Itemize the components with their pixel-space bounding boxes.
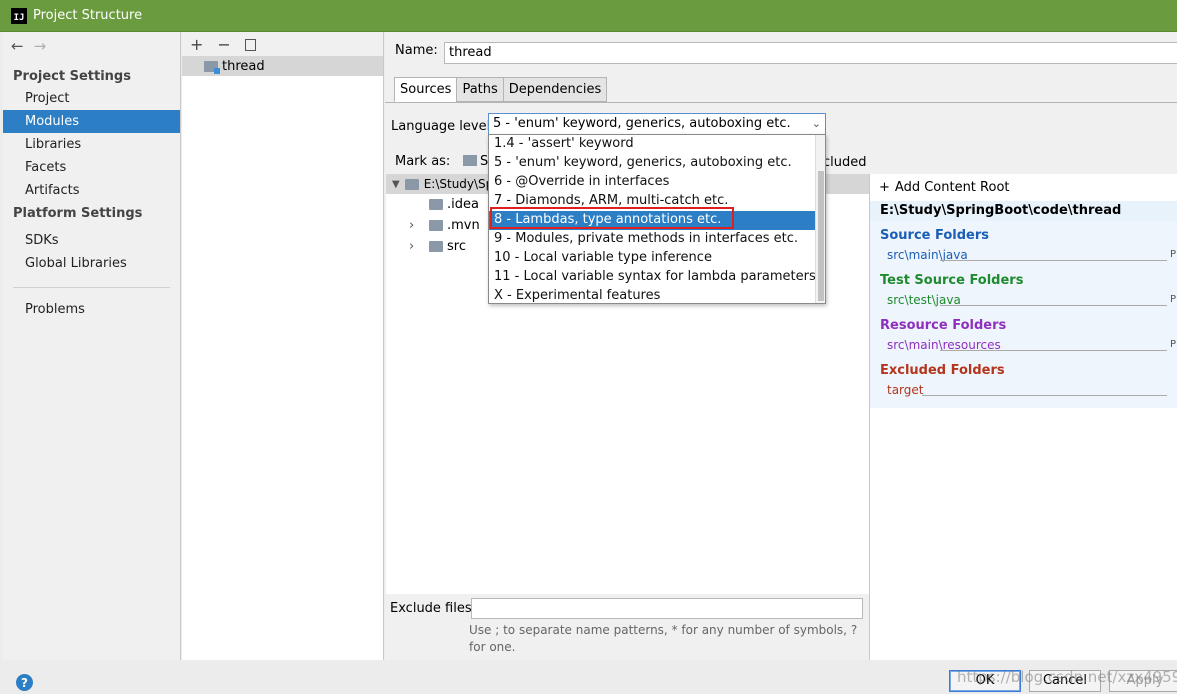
nav-item-artifacts[interactable]: Artifacts — [3, 179, 180, 202]
chevron-right-icon[interactable]: › — [409, 239, 425, 254]
dropdown-option[interactable]: 11 - Local variable syntax for lambda pa… — [489, 268, 825, 287]
test-source-folders-title: Test Source Folders — [880, 273, 1024, 288]
dropdown-option[interactable]: 1.4 - 'assert' keyword — [489, 135, 825, 154]
language-level-label: Language level: — [391, 119, 495, 134]
tab-sources[interactable]: Sources — [394, 77, 458, 102]
language-level-select[interactable]: 5 - 'enum' keyword, generics, autoboxing… — [488, 113, 826, 135]
chevron-down-icon[interactable]: ▼ — [392, 179, 400, 190]
module-toolbar: + − — [182, 32, 383, 56]
intellij-icon: IJ — [11, 7, 27, 24]
window-title: Project Structure — [33, 8, 143, 23]
tab-divider — [385, 102, 1177, 103]
test-source-folder-entry[interactable]: src\test\java P — [880, 291, 1177, 311]
resource-folders-title: Resource Folders — [880, 318, 1007, 333]
excluded-folder-path: target — [887, 383, 924, 397]
dropdown-option-selected[interactable]: 8 - Lambdas, type annotations etc. — [489, 211, 825, 230]
window-titlebar: IJ Project Structure — [0, 0, 1177, 32]
nav-item-libraries[interactable]: Libraries — [3, 133, 180, 156]
properties-marker[interactable]: P — [1170, 336, 1176, 354]
nav-item-problems[interactable]: Problems — [3, 298, 180, 321]
dropdown-option[interactable]: X - Experimental features — [489, 287, 825, 303]
project-settings-header: Project Settings — [13, 69, 131, 84]
tree-item-label: .idea — [447, 197, 479, 212]
source-folder-entry[interactable]: src\main\java P — [880, 246, 1177, 266]
nav-item-project[interactable]: Project — [3, 87, 180, 110]
exclude-files-hint: Use ; to separate name patterns, * for a… — [469, 623, 858, 654]
dropdown-option[interactable]: 9 - Modules, private methods in interfac… — [489, 230, 825, 249]
language-level-value: 5 - 'enum' keyword, generics, autoboxing… — [493, 116, 791, 131]
language-level-dropdown: 1.4 - 'assert' keyword 5 - 'enum' keywor… — [488, 134, 826, 304]
module-name-input[interactable]: thread — [444, 42, 1177, 64]
platform-settings-header: Platform Settings — [13, 206, 143, 221]
tab-dependencies[interactable]: Dependencies — [502, 77, 608, 102]
exclude-files-label: Exclude files: — [390, 601, 477, 616]
tree-item-label: src — [447, 239, 466, 254]
folder-icon — [404, 178, 419, 190]
tree-item-label: .mvn — [447, 218, 480, 233]
module-detail-panel: Name: thread Sources Paths Dependencies … — [385, 32, 1177, 660]
content-root-path: E:\Study\SpringBoot\code\thread — [870, 201, 1177, 221]
add-content-root-button[interactable]: + Add Content Root — [870, 174, 1177, 201]
module-list-panel: + − thread — [182, 32, 384, 660]
chevron-down-icon: ⌄ — [811, 117, 821, 130]
module-tabs: Sources Paths Dependencies — [394, 77, 608, 102]
module-folder-icon — [204, 60, 220, 74]
nav-item-global-libraries[interactable]: Global Libraries — [3, 252, 180, 275]
dialog-footer: ? OK Cancel Apply https://blog.csdn.net/… — [0, 660, 1177, 694]
folder-icon — [429, 241, 443, 252]
folder-icon — [429, 220, 443, 231]
module-item-label: thread — [222, 58, 265, 74]
entry-underline — [940, 305, 1167, 306]
entry-underline — [940, 260, 1167, 261]
arrow-right-icon[interactable]: → — [34, 37, 47, 55]
properties-marker[interactable]: P — [1170, 291, 1176, 309]
exclude-files-input[interactable] — [471, 598, 863, 619]
watermark: https://blog.csdn.net/xzx4959 — [957, 668, 1177, 686]
add-content-root-label: Add Content Root — [894, 180, 1010, 195]
nav-item-sdks[interactable]: SDKs — [3, 229, 180, 252]
entry-underline — [940, 350, 1167, 351]
sources-folder-icon[interactable] — [463, 155, 477, 166]
dropdown-option[interactable]: 6 - @Override in interfaces — [489, 173, 825, 192]
remove-icon[interactable]: − — [217, 35, 230, 54]
name-label: Name: — [395, 43, 438, 58]
plus-icon: + — [879, 180, 890, 195]
copy-icon[interactable] — [244, 39, 256, 51]
dropdown-option[interactable]: 5 - 'enum' keyword, generics, autoboxing… — [489, 154, 825, 173]
mark-as-label: Mark as: — [395, 154, 451, 169]
dropdown-scrollbar[interactable] — [815, 135, 825, 303]
chevron-right-icon[interactable]: › — [409, 218, 425, 233]
settings-sidebar: ← → Project Settings Project Modules Lib… — [3, 32, 181, 660]
module-item-thread[interactable]: thread — [182, 56, 383, 76]
content-root-folders: Source Folders src\main\java P Test Sour… — [870, 221, 1177, 408]
content-root-panel: + Add Content Root E:\Study\SpringBoot\c… — [869, 174, 1177, 660]
dropdown-option[interactable]: 10 - Local variable type inference — [489, 249, 825, 268]
tab-paths[interactable]: Paths — [456, 77, 504, 102]
tree-root-label: E:\Study\Sp — [423, 177, 494, 191]
nav-item-modules[interactable]: Modules — [3, 110, 180, 133]
folder-icon — [429, 199, 443, 210]
excluded-folders-title: Excluded Folders — [880, 363, 1005, 378]
excluded-folder-entry[interactable]: target — [880, 381, 1177, 401]
resource-folder-entry[interactable]: src\main\resources P — [880, 336, 1177, 356]
nav-arrows: ← → — [3, 32, 180, 60]
add-icon[interactable]: + — [190, 35, 203, 54]
scrollbar-thumb[interactable] — [818, 171, 824, 301]
nav-item-facets[interactable]: Facets — [3, 156, 180, 179]
help-icon[interactable]: ? — [16, 674, 33, 691]
arrow-left-icon[interactable]: ← — [11, 37, 24, 55]
dropdown-option[interactable]: 7 - Diamonds, ARM, multi-catch etc. — [489, 192, 825, 211]
source-folders-title: Source Folders — [880, 228, 990, 243]
properties-marker[interactable]: P — [1170, 246, 1176, 264]
nav-divider — [13, 287, 170, 288]
mark-as-excluded-button[interactable]: cluded — [823, 155, 867, 170]
entry-underline — [922, 395, 1167, 396]
